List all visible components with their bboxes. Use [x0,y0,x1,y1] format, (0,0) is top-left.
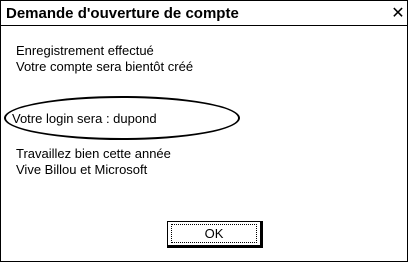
close-icon[interactable]: ✕ [389,3,407,23]
ok-button-label: OK [171,224,257,243]
dialog-title: Demande d'ouverture de compte [6,5,239,22]
ok-button[interactable]: OK [167,221,263,248]
account-request-dialog: Demande d'ouverture de compte ✕ Enregist… [0,0,408,262]
title-bar: Demande d'ouverture de compte ✕ [1,1,407,26]
message-line-registration: Enregistrement effectué [16,43,154,58]
message-line-login: Votre login sera : dupond [12,111,157,126]
message-line-work-well: Travaillez bien cette année [16,146,171,161]
message-line-account-created: Votre compte sera bientôt créé [16,59,194,74]
message-line-vive: Vive Billou et Microsoft [16,162,148,177]
